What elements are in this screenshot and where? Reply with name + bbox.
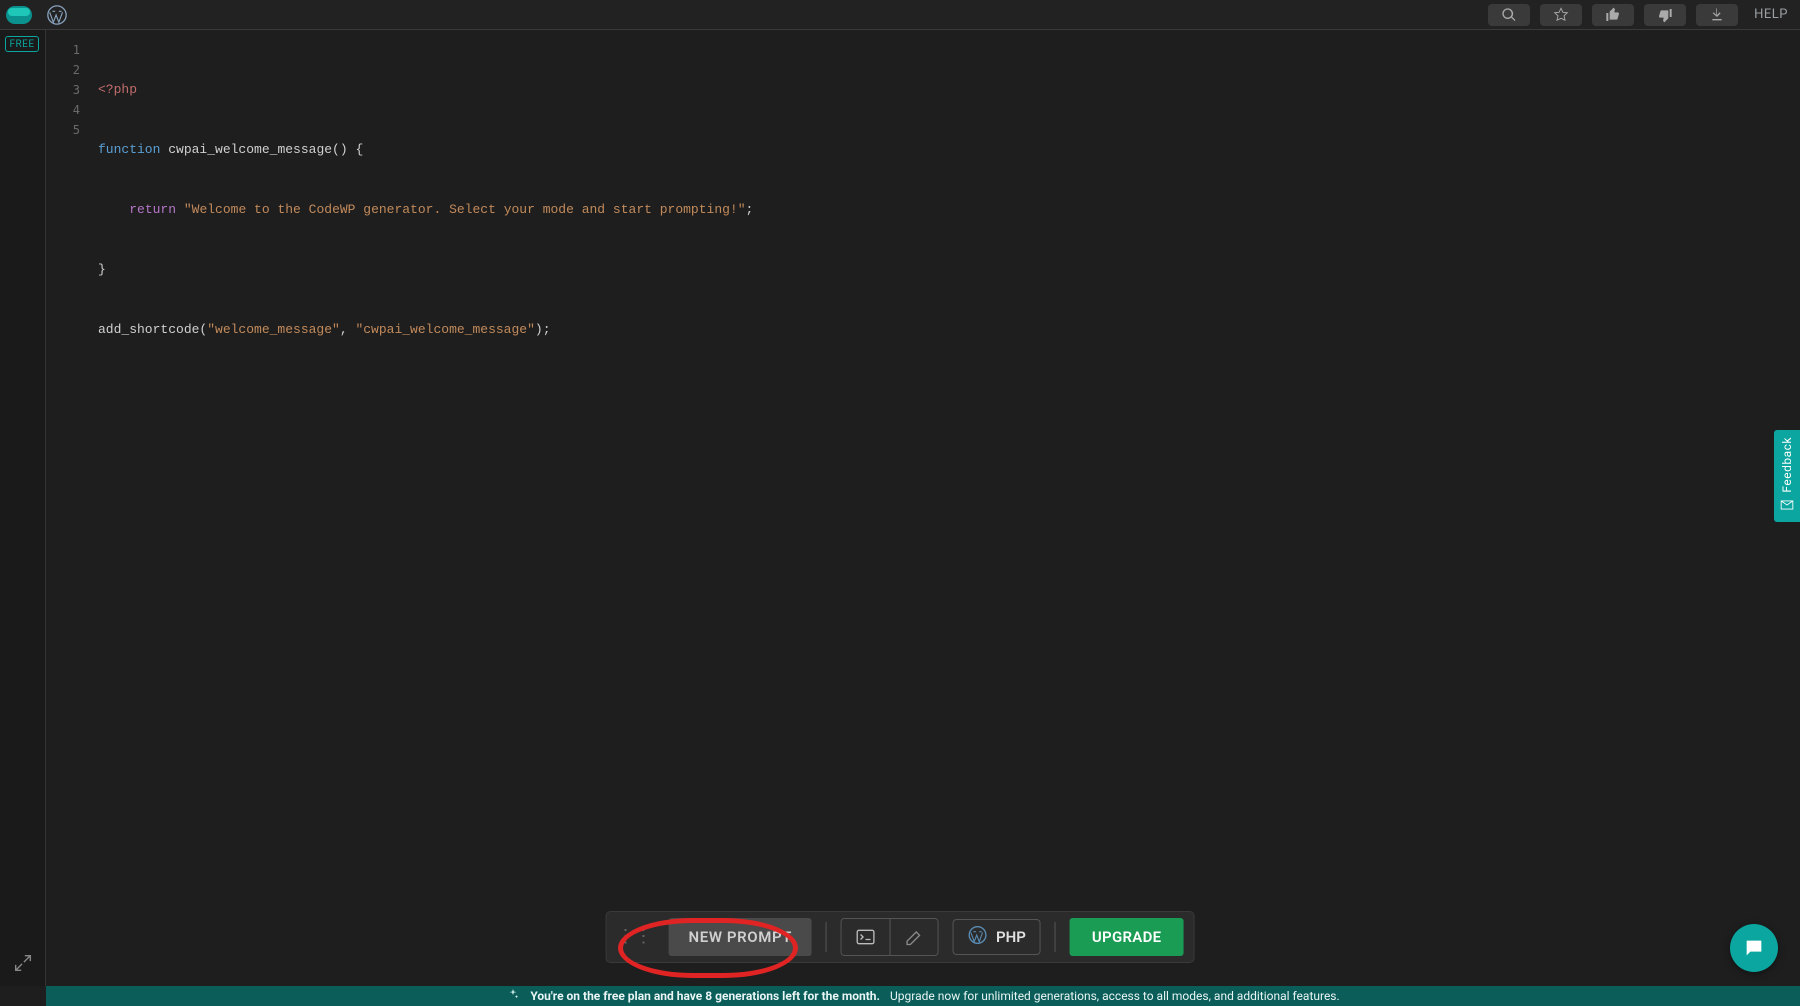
code-editor[interactable]: 1 2 3 4 5 <?php function cwpai_welcome_m…	[46, 30, 1800, 986]
chat-button[interactable]	[1730, 924, 1778, 972]
prompt-toolbar: ⋮⋮ NEW PROMPT PHP UPGRADE	[607, 912, 1194, 962]
code-token: <?php	[98, 82, 137, 97]
thumbs-up-button[interactable]	[1592, 4, 1634, 26]
feedback-label: Feedback	[1780, 437, 1794, 493]
code-token: function	[98, 142, 160, 157]
left-rail: FREE	[0, 30, 46, 986]
view-mode-group	[841, 918, 939, 956]
plan-banner: You're on the free plan and have 8 gener…	[46, 986, 1800, 1006]
line-number: 3	[46, 80, 92, 100]
top-bar: HELP	[0, 0, 1800, 30]
code-token: ,	[340, 322, 356, 337]
thumbs-down-button[interactable]	[1644, 4, 1686, 26]
sparkle-icon	[506, 988, 520, 1005]
edit-mode-button[interactable]	[890, 919, 938, 955]
code-token	[98, 202, 129, 217]
code-token: "cwpai_welcome_message"	[355, 322, 534, 337]
code-token: "Welcome to the CodeWP generator. Select…	[184, 202, 746, 217]
banner-upgrade-text[interactable]: Upgrade now for unlimited generations, a…	[890, 989, 1340, 1003]
language-mode-selector[interactable]: PHP	[953, 919, 1041, 955]
code-token: add_shortcode(	[98, 322, 207, 337]
line-number-gutter: 1 2 3 4 5	[46, 30, 92, 986]
fullscreen-toggle-icon[interactable]	[12, 952, 34, 978]
favorite-button[interactable]	[1540, 4, 1582, 26]
code-token: }	[98, 262, 106, 277]
code-token: ;	[746, 202, 754, 217]
drag-handle-icon[interactable]: ⋮⋮	[617, 933, 653, 941]
line-number: 4	[46, 100, 92, 120]
feedback-tab[interactable]: Feedback	[1774, 430, 1800, 522]
download-button[interactable]	[1696, 4, 1738, 26]
divider	[1055, 922, 1056, 952]
upgrade-button[interactable]: UPGRADE	[1070, 918, 1184, 956]
code-token	[176, 202, 184, 217]
code-token: return	[129, 202, 176, 217]
line-number: 2	[46, 60, 92, 80]
mail-icon	[1780, 498, 1794, 515]
divider	[826, 922, 827, 952]
code-token: "welcome_message"	[207, 322, 340, 337]
language-mode-label: PHP	[996, 928, 1026, 946]
line-number: 5	[46, 120, 92, 140]
help-link[interactable]: HELP	[1748, 7, 1794, 22]
code-area[interactable]: <?php function cwpai_welcome_message() {…	[92, 30, 1800, 986]
banner-status-text: You're on the free plan and have 8 gener…	[530, 989, 880, 1003]
wordpress-icon	[968, 925, 988, 949]
line-number: 1	[46, 40, 92, 60]
code-token: );	[535, 322, 551, 337]
new-prompt-button[interactable]: NEW PROMPT	[669, 918, 812, 956]
code-token: cwpai_welcome_message() {	[160, 142, 363, 157]
wordpress-icon[interactable]	[46, 4, 68, 26]
search-button[interactable]	[1488, 4, 1530, 26]
terminal-mode-button[interactable]	[842, 919, 890, 955]
brand-logo-icon[interactable]	[6, 6, 32, 24]
plan-badge: FREE	[5, 36, 39, 52]
